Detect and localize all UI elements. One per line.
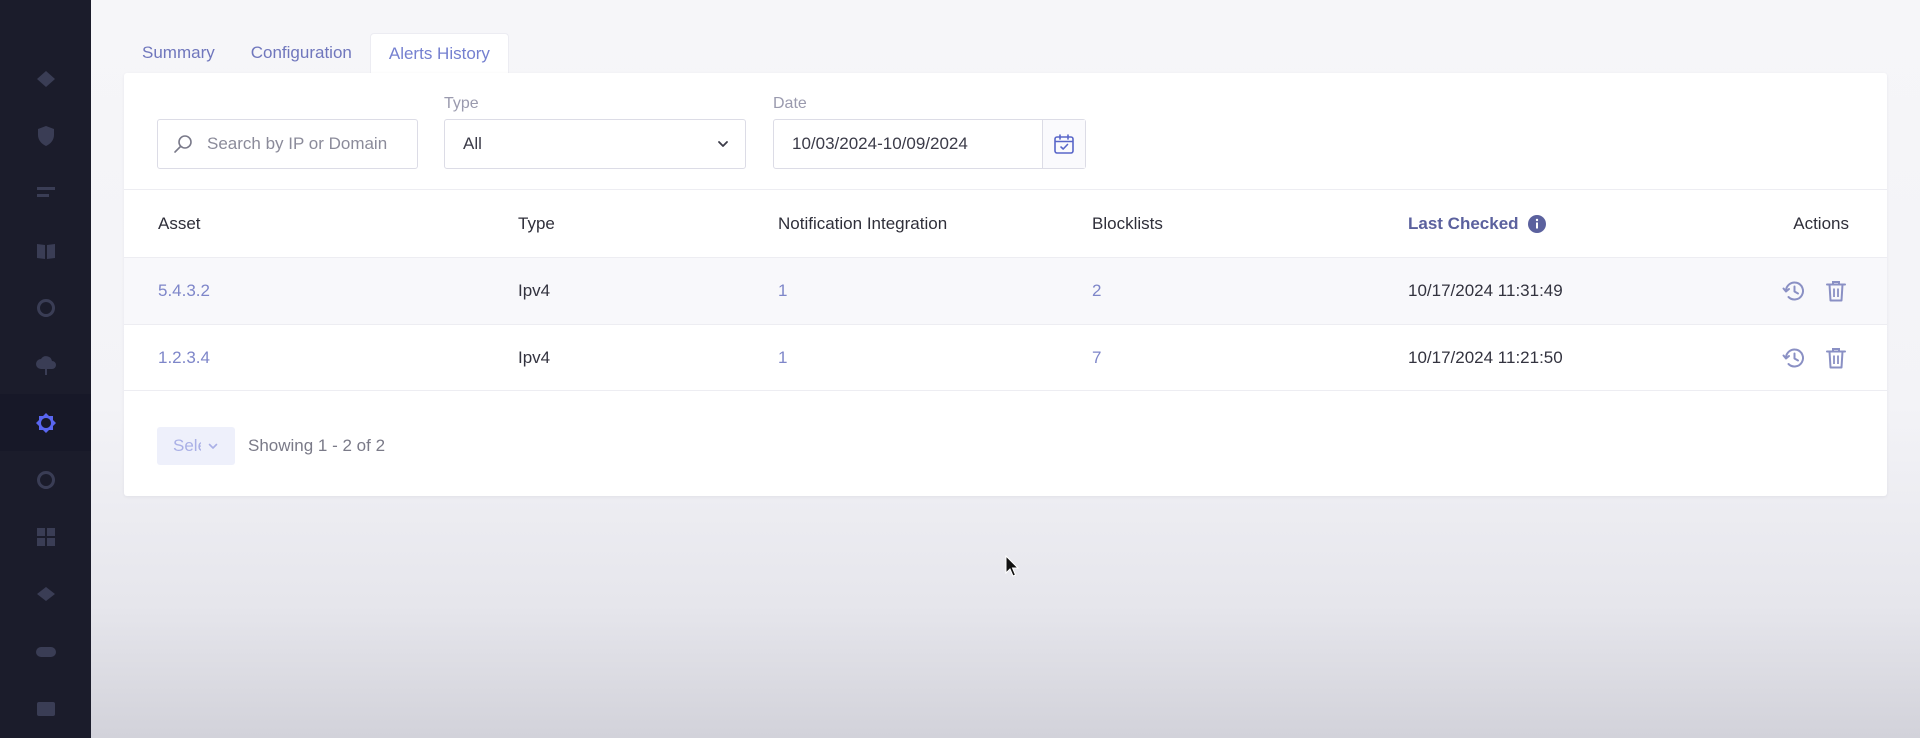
trash-icon [1826,347,1846,368]
blocklists-count-link[interactable]: 2 [1092,258,1101,324]
last-checked-value: 10/17/2024 11:21:50 [1408,347,1563,367]
asset-type: Ipv4 [518,281,551,300]
col-header-blocklists[interactable]: Blocklists [1092,190,1163,257]
delete-button[interactable] [1823,345,1849,371]
type-select-value: All [463,134,482,153]
tab-summary[interactable]: Summary [124,33,233,73]
search-icon [174,135,192,153]
sidebar [0,0,91,738]
date-range-value: 10/03/2024-10/09/2024 [792,134,968,153]
video-icon [36,702,55,717]
toggle-icon [35,646,56,657]
table-header-row: Asset Type Notification Integration Bloc… [124,189,1887,257]
badge-icon [35,412,56,433]
tab-configuration[interactable]: Configuration [233,33,370,73]
sidebar-item-book[interactable] [0,222,91,279]
book-icon [36,243,55,259]
sidebar-item-shield[interactable] [0,107,91,164]
grid-icon [36,528,55,547]
date-range-field[interactable]: 10/03/2024-10/09/2024 [773,119,1086,169]
notification-count-link[interactable]: 1 [778,258,787,324]
asset-type: Ipv4 [518,347,551,367]
search-input[interactable] [207,134,407,154]
col-header-last-checked-label: Last Checked [1408,213,1519,233]
history-button[interactable] [1781,278,1807,304]
row-actions [1781,258,1849,324]
notification-count-link[interactable]: 1 [778,325,787,390]
delete-button[interactable] [1823,278,1849,304]
sidebar-item-toggle[interactable] [0,623,91,680]
table-row: 1.2.3.4 Ipv4 1 7 10/17/2024 11:21:50 [124,324,1887,391]
circle-icon [36,298,55,317]
date-filter-label: Date [773,95,807,112]
sidebar-item-circle[interactable] [0,279,91,336]
chevron-down-icon [208,443,218,449]
history-icon [1782,348,1804,367]
sidebar-item-stack[interactable] [0,566,91,623]
tab-bar: Summary Configuration Alerts History [124,33,509,73]
mouse-cursor-icon [1005,555,1020,577]
page-size-value: Sele [173,436,201,455]
last-checked-value: 10/17/2024 11:31:49 [1408,281,1563,300]
row-actions [1781,325,1849,390]
col-header-notification[interactable]: Notification Integration [778,190,947,257]
sidebar-item-cloud[interactable] [0,337,91,394]
sidebar-item-badge[interactable] [0,393,91,452]
sidebar-item-layers[interactable] [0,50,91,107]
type-select[interactable]: All [444,119,746,169]
type-filter-label: Type [444,95,479,112]
cloud-upload-icon [35,356,56,376]
col-header-asset[interactable]: Asset [158,190,201,257]
sidebar-item-search[interactable] [0,451,91,508]
server-list-icon [36,187,55,198]
alerts-history-panel: Type All Date 10/03/2024-10/09/2024 Asse… [124,73,1887,496]
search-field[interactable] [157,119,418,169]
info-icon[interactable] [1527,214,1547,234]
history-icon [1782,281,1804,301]
sidebar-item-servers[interactable] [0,165,91,222]
asset-link[interactable]: 1.2.3.4 [158,325,210,390]
pagination: Sele Showing 1 - 2 of 2 [157,427,385,465]
blocklists-count-link[interactable]: 7 [1092,325,1101,390]
col-header-last-checked[interactable]: Last Checked [1408,190,1547,257]
pagination-summary: Showing 1 - 2 of 2 [248,436,386,455]
page-size-select[interactable]: Sele [157,427,235,465]
asset-link[interactable]: 5.4.3.2 [158,258,210,324]
calendar-icon [1054,134,1074,154]
alerts-table: Asset Type Notification Integration Bloc… [124,189,1887,391]
chevron-down-icon [718,141,728,147]
col-header-type[interactable]: Type [518,190,555,257]
search-circle-icon [36,470,55,489]
sidebar-item-grid[interactable] [0,509,91,566]
shield-check-icon [37,125,54,146]
trash-icon [1826,281,1846,302]
calendar-button[interactable] [1042,120,1085,168]
layers-icon [36,70,55,87]
sidebar-item-video[interactable] [0,681,91,738]
stack-icon [36,586,55,601]
col-header-actions: Actions [1793,213,1849,233]
table-row: 5.4.3.2 Ipv4 1 2 10/17/2024 11:31:49 [124,257,1887,324]
tab-alerts-history[interactable]: Alerts History [369,33,509,73]
history-button[interactable] [1781,345,1807,371]
